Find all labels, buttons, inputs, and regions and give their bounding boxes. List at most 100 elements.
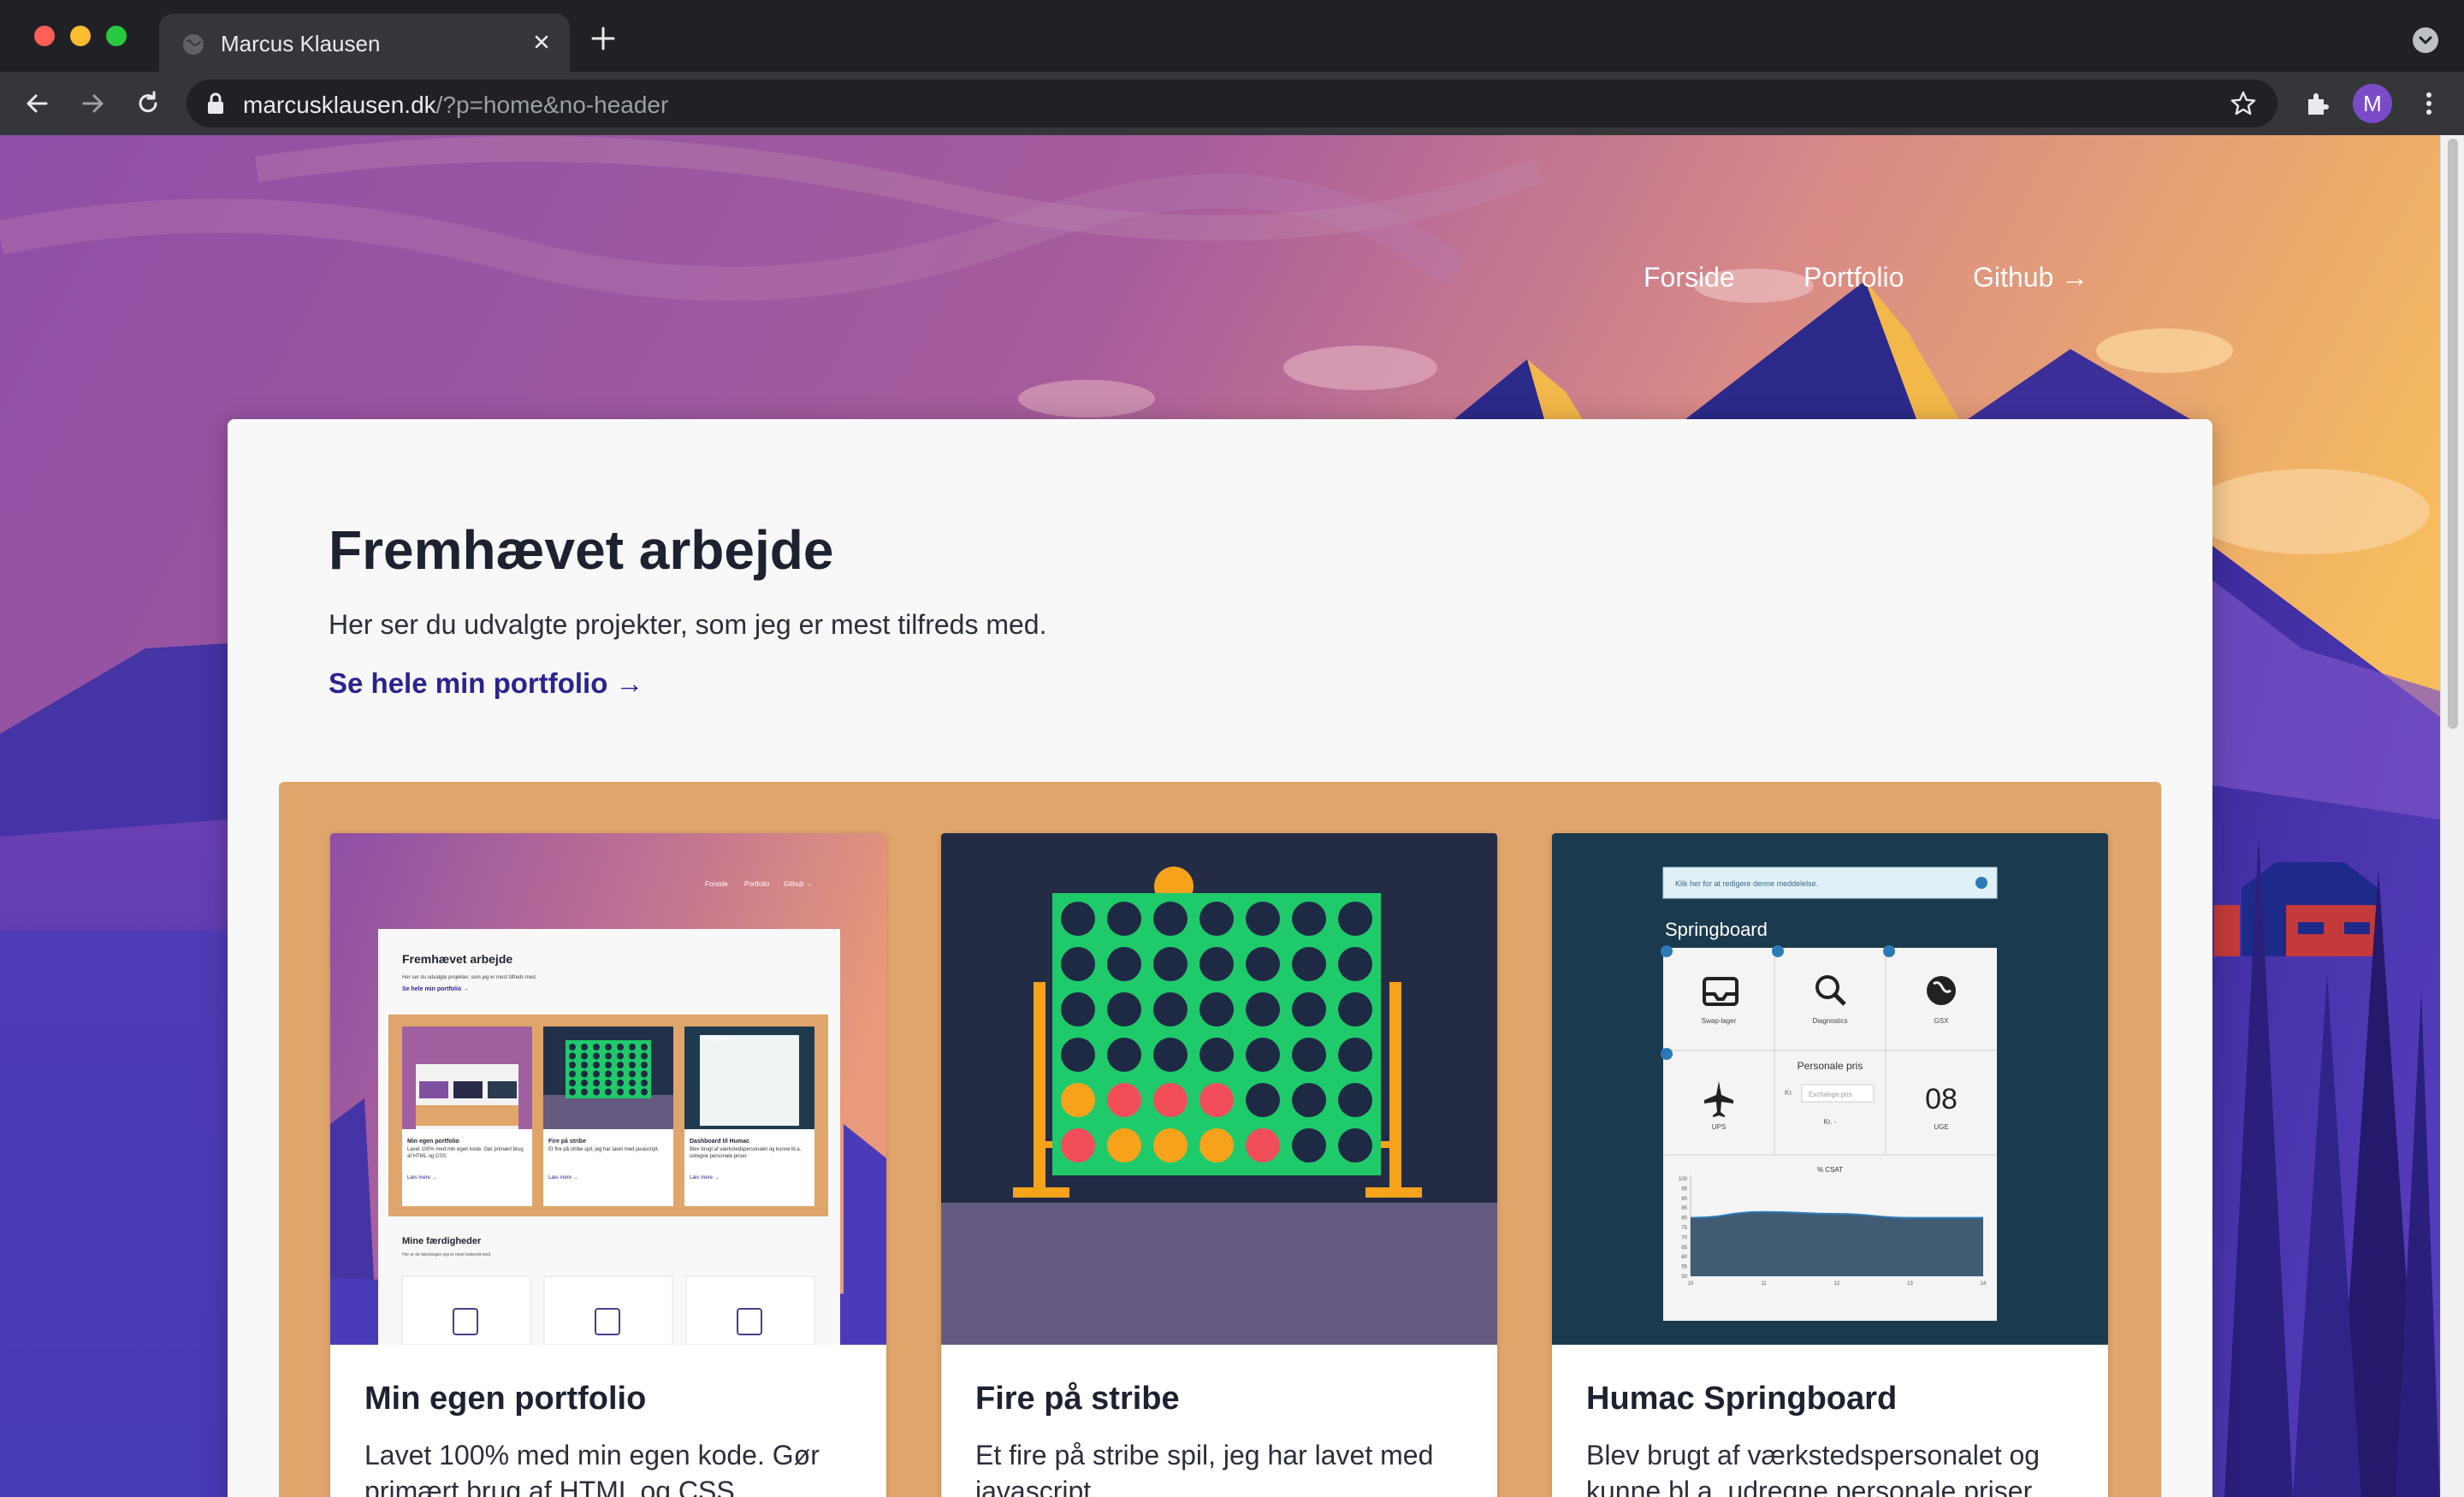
mini-board-disc [581,1080,588,1086]
forward-icon[interactable] [77,87,110,120]
tile-ups: UPS [1712,1123,1726,1131]
y-tick-label: 80 [1681,1216,1687,1222]
thumb-link: Se hele min portfolio → [402,986,469,992]
mini-board-disc [641,1070,648,1078]
week-number: 08 [1925,1083,1958,1115]
close-tab-icon[interactable] [527,27,556,56]
extensions-puzzle-icon[interactable] [2301,87,2334,120]
mini-board-disc [593,1088,600,1096]
globe-icon [1927,976,1956,1005]
mini-board-disc [629,1080,636,1086]
x-tick-label: 12 [1834,1281,1840,1287]
browser-tab[interactable]: Marcus Klausen [159,14,570,72]
mini-board-disc [581,1070,588,1078]
mini-board-disc [581,1052,588,1060]
maximize-window-button[interactable] [106,26,127,46]
project-title: Fire på stribe [975,1381,1180,1417]
project-description: Blev brugt af værkstedspersonalet og kun… [1586,1440,2040,1497]
thumb-skills-heading: Mine færdigheder [402,1236,482,1246]
board-disc [1338,992,1372,1027]
browser-toolbar: marcusklausen.dk/?p=home&no-header M [0,72,2464,135]
personale-result: Kr. - [1824,1118,1837,1126]
y-tick-label: 65 [1681,1246,1687,1251]
board-disc [1107,1083,1141,1117]
board-disc [1292,992,1326,1027]
mini-board-disc [617,1088,624,1096]
mini-board-disc [605,1052,612,1060]
y-tick-label: 95 [1681,1186,1687,1192]
section-title: Fremhævet arbejde [329,519,834,581]
mini-board-disc [593,1080,600,1086]
mini-board-disc [629,1062,636,1068]
project-card-portfolio[interactable]: Forside Portfolio Github → Fremhævet arb… [330,833,886,1497]
thumb-card3-desc: Blev brugt af værkstedspersonalet og kun… [690,1147,802,1159]
view-portfolio-link[interactable]: Se hele min portfolio → [329,667,644,700]
thumb-heading: Fremhævet arbejde [402,952,512,966]
y-tick-label: 85 [1681,1206,1687,1211]
personale-kr-label: Kr. [1785,1089,1793,1097]
close-window-button[interactable] [34,26,55,46]
board-disc [1338,902,1372,936]
scrollbar-thumb[interactable] [2448,139,2458,729]
board-disc [1061,1083,1095,1117]
mini-board-disc [641,1080,648,1086]
thumb-card1-more: Læs mere → [407,1175,437,1180]
bookmark-star-icon[interactable] [2230,90,2257,117]
board-disc [1107,1128,1141,1163]
nav-link-portfolio[interactable]: Portfolio [1804,262,1904,293]
nav-link-github[interactable]: Github → [1973,262,2088,293]
mini-board-disc [593,1052,600,1060]
url-text: marcusklausen.dk/?p=home&no-header [243,92,668,119]
y-tick-label: 55 [1681,1265,1687,1270]
board-disc [1338,1038,1372,1072]
board-disc [1338,1083,1372,1117]
board-disc [1153,1128,1188,1163]
mini-board-disc [569,1052,576,1060]
tab-search-icon[interactable] [2413,27,2438,53]
project-card-springboard[interactable]: Klik her for at redigere denne meddelels… [1552,833,2108,1497]
board-disc [1199,1128,1234,1163]
page-scrollbar[interactable] [2440,135,2464,1497]
projects-panel: Forside Portfolio Github → Fremhævet arb… [279,782,2161,1497]
mini-board-disc [581,1088,588,1096]
board-disc [1338,1128,1372,1163]
mini-board-disc [629,1070,636,1078]
thumb-card2-title: Fire på stribe [548,1138,586,1145]
board-disc [1153,1038,1188,1072]
minimize-window-button[interactable] [70,26,91,46]
board-disc [1061,947,1095,981]
project-title: Humac Springboard [1586,1381,1898,1417]
board-disc [1292,1083,1326,1117]
new-tab-icon[interactable] [590,26,616,51]
board-disc [1061,1038,1095,1072]
connect-four-thumbnail [941,833,1497,1345]
thumb-card2-desc: Et fire på stribe spil, jeg har lavet me… [548,1147,660,1152]
mini-board-disc [569,1080,576,1086]
board-disc [1199,1083,1234,1117]
y-tick-label: 50 [1681,1275,1687,1280]
board-disc [1199,902,1234,936]
lock-icon[interactable] [205,92,226,115]
reload-icon[interactable] [132,87,164,120]
mini-board-disc [605,1044,612,1050]
mini-board-disc [593,1044,600,1050]
springboard-thumbnail: Klik her for at redigere denne meddelels… [1552,833,2108,1345]
back-icon[interactable] [21,87,53,120]
week-label: UGE [1934,1123,1948,1131]
profile-avatar[interactable]: M [2353,84,2392,123]
project-card-connect-four[interactable]: Fire på stribe Et fire på stribe spil, j… [941,833,1497,1497]
more-menu-icon[interactable] [2413,87,2445,120]
x-tick-label: 10 [1688,1281,1694,1287]
mini-board-disc [617,1052,624,1060]
mini-board-disc [593,1070,600,1078]
mini-board-disc [569,1070,576,1078]
nav-link-forside[interactable]: Forside [1644,262,1735,293]
tile-diagnostics: Diagnostics [1812,1017,1847,1025]
address-bar[interactable]: marcusklausen.dk/?p=home&no-header [187,80,2277,127]
board-disc [1199,992,1234,1027]
mini-board-disc [617,1044,624,1050]
board-disc [1246,1083,1280,1117]
x-tick-label: 14 [1981,1281,1987,1287]
globe-icon [183,34,204,55]
personale-input-placeholder: Exchange pris [1809,1091,1852,1098]
